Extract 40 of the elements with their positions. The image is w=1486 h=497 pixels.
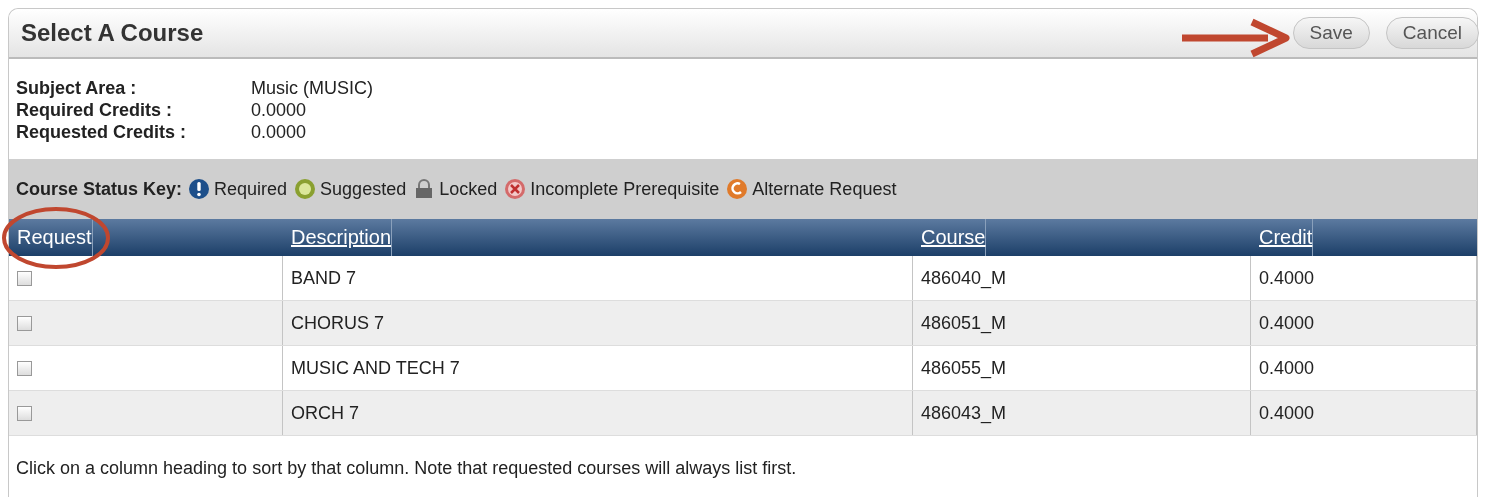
ring-icon [294,178,317,200]
action-button[interactable]: Save [1292,17,1370,49]
info-label: Required Credits : [16,99,174,121]
panel-title: Select A Course [21,19,204,47]
footer-note: Click on a column heading to sort by that column. Note that requested courses will always list first. [15,457,798,480]
table-cell: 486043_M [913,391,1251,435]
info-label: Requested Credits : [16,121,188,143]
table-cell: 0.4000 [1251,256,1477,300]
column-header: Request [9,219,93,256]
alternate-icon [726,178,749,200]
column-sort-link[interactable]: Course [913,219,987,256]
exclamation-icon [188,178,211,200]
info-label: Subject Area : [16,77,138,99]
status-key-item: Required [214,178,288,200]
request-checkbox[interactable] [17,315,32,331]
table-cell: 486051_M [913,301,1251,345]
table-cell: 0.4000 [1251,391,1477,435]
table-cell: 486040_M [913,256,1251,300]
status-key-item: Alternate Request [752,178,897,200]
table-cell: 0.4000 [1251,346,1477,390]
table-cell: MUSIC AND TECH 7 [283,346,913,390]
table-cell: ORCH 7 [283,391,913,435]
table-cell: 486055_M [913,346,1251,390]
action-button[interactable]: Cancel [1385,17,1479,49]
table-cell: 0.4000 [1251,301,1477,345]
status-key-item: Locked [439,178,498,200]
column-sort-link[interactable]: Description [283,219,393,256]
info-value: Music (MUSIC) [251,77,373,99]
request-checkbox[interactable] [17,270,32,286]
request-checkbox[interactable] [17,405,32,421]
status-key-label: Course Status Key: [16,178,183,200]
status-key-item: Suggested [320,178,407,200]
request-checkbox[interactable] [17,360,32,376]
column-sort-link[interactable]: Credit [1251,219,1314,256]
cross-circle-icon [504,178,527,200]
table-cell: CHORUS 7 [283,301,913,345]
table-cell: BAND 7 [283,256,913,300]
info-value: 0.0000 [251,99,307,121]
info-value: 0.0000 [251,121,307,143]
status-key-item: Incomplete Prerequisite [530,178,720,200]
